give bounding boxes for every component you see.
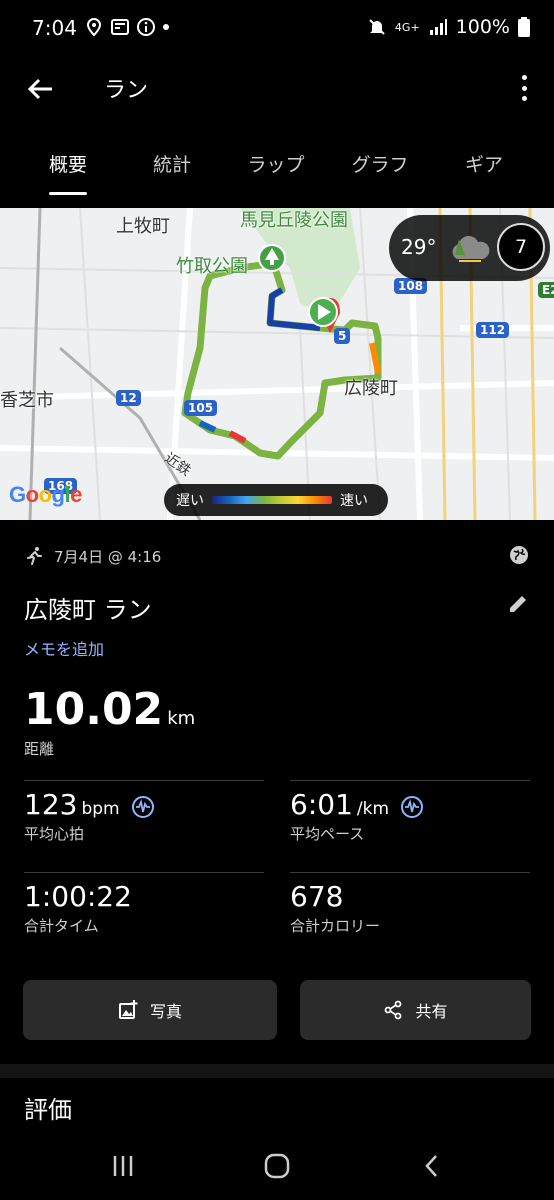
distance-value: 10.02 km [24, 684, 195, 735]
moon-phase-icon: 7 [497, 223, 545, 271]
temperature: 29° [401, 235, 437, 259]
divider [24, 872, 264, 873]
signal-icon [429, 19, 447, 35]
divider [24, 780, 264, 781]
route-shield-e: E2 [538, 282, 554, 298]
route-shield-12: 12 [116, 390, 141, 406]
location-icon [86, 17, 102, 37]
edit-pencil-icon[interactable] [506, 592, 530, 616]
total-time-value: 1:00:22 [24, 880, 132, 913]
distance-label: 距離 [24, 740, 55, 758]
route-shield-105: 105 [184, 400, 218, 416]
map-label-town: 上牧町 [116, 216, 170, 237]
map-label-park2: 竹取公園 [176, 256, 248, 277]
running-icon [27, 547, 42, 565]
add-photo-button[interactable]: 写真 [23, 980, 277, 1040]
stat-pace: 6:01/km 平均ペース [290, 788, 424, 844]
tab-overview[interactable]: 概要 [16, 150, 120, 177]
news-icon [111, 19, 129, 35]
more-options-icon[interactable] [512, 70, 536, 106]
rating-section-title: 評価 [24, 1096, 72, 1124]
system-nav-bar [0, 1130, 554, 1200]
start-marker [308, 297, 338, 327]
back-arrow-icon[interactable] [24, 72, 58, 106]
calories-value: 678 [290, 880, 344, 913]
route-shield-112: 112 [476, 322, 510, 338]
cloudy-night-icon [452, 235, 490, 262]
photo-button-label: 写真 [149, 1002, 182, 1021]
share-button[interactable]: 共有 [300, 980, 531, 1040]
section-separator [0, 1064, 554, 1078]
route-map[interactable]: 馬見丘陵公園 上牧町 竹取公園 香芝市 広陵町 近鉄 108 112 12 10… [0, 208, 554, 520]
park-pin-icon [258, 244, 286, 272]
status-bar: 7:04 4G+ 100% [0, 0, 554, 58]
route-shield-5: 5 [334, 328, 351, 344]
status-left-icons [84, 17, 170, 37]
add-memo-link[interactable]: メモを追加 [24, 636, 104, 660]
stat-total-time: 1:00:22 合計タイム [24, 880, 132, 936]
tab-bar: 概要 統計 ラップ グラフ ギア [0, 134, 554, 200]
tab-statistics[interactable]: 統計 [120, 150, 224, 177]
tab-laps[interactable]: ラップ [224, 150, 328, 177]
divider [290, 872, 530, 873]
heart-rate-label: 平均心拍 [24, 825, 85, 843]
notification-dot-icon [163, 24, 169, 30]
speed-legend-fast: 速い [340, 493, 368, 509]
map-label-town2: 広陵町 [344, 378, 398, 399]
map-label-city: 香芝市 [0, 390, 54, 411]
info-icon [137, 18, 155, 36]
battery-percent: 100% [455, 16, 510, 38]
pace-label: 平均ペース [290, 825, 365, 843]
heart-rate-chart-icon[interactable] [131, 795, 155, 819]
back-nav-icon[interactable] [418, 1152, 448, 1180]
activity-title: 広陵町 ラン [24, 596, 152, 624]
status-right: 4G+ 100% [367, 16, 530, 38]
activity-date-row: 7月4日 @ 4:16 [24, 544, 161, 568]
recent-apps-icon[interactable] [108, 1152, 138, 1180]
app-bar: ラン [0, 58, 554, 120]
pace-unit: /km [356, 799, 390, 819]
battery-icon [518, 17, 530, 37]
calories-label: 合計カロリー [290, 917, 381, 935]
mute-icon [369, 19, 385, 35]
pace-chart-icon[interactable] [400, 795, 424, 819]
speed-legend: 遅い 速い [164, 484, 388, 516]
active-tab-indicator [49, 192, 87, 195]
tab-gear[interactable]: ギア [432, 150, 536, 177]
share-icon [385, 1000, 402, 1020]
divider [290, 780, 530, 781]
total-time-label: 合計タイム [24, 917, 99, 935]
speed-legend-gradient [212, 496, 332, 504]
add-photo-icon [118, 1000, 138, 1019]
share-button-label: 共有 [415, 1002, 448, 1021]
stat-calories: 678 合計カロリー [290, 880, 380, 936]
google-logo: Google [9, 482, 82, 507]
distance-unit: km [167, 708, 196, 729]
heart-rate-unit: bpm [81, 799, 120, 819]
weather-badge[interactable]: 29° 7 [389, 215, 550, 281]
globe-icon[interactable] [508, 544, 530, 566]
network-type: 4G+ [394, 20, 420, 34]
distance-number: 10.02 [24, 684, 164, 735]
page-title: ラン [104, 78, 149, 103]
status-time: 7:04 [32, 16, 77, 40]
heart-rate-value: 123 [24, 788, 78, 821]
map-label-park: 馬見丘陵公園 [240, 210, 348, 231]
stat-heart-rate: 123 bpm 平均心拍 [24, 788, 155, 844]
activity-date: 7月4日 @ 4:16 [54, 547, 162, 566]
pace-value: 6:01 [290, 788, 353, 821]
home-icon[interactable] [262, 1152, 292, 1180]
speed-legend-slow: 遅い [176, 493, 204, 509]
tab-graph[interactable]: グラフ [328, 150, 432, 177]
